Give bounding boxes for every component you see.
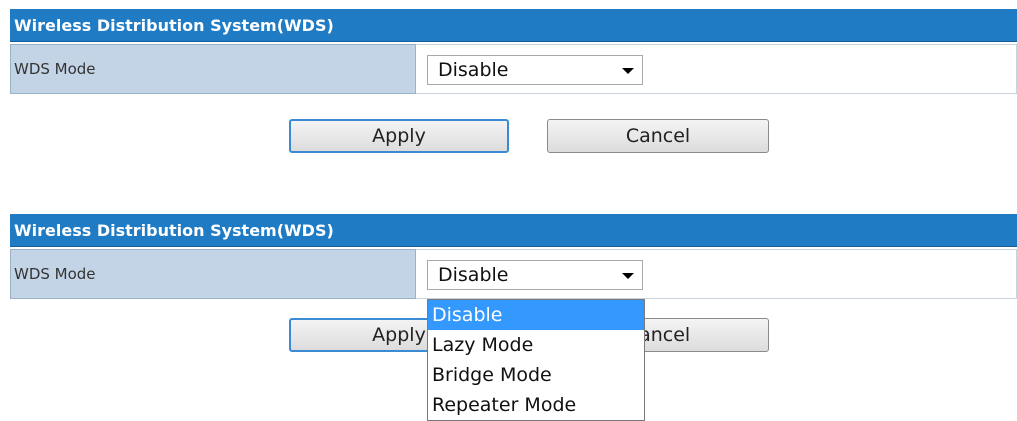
panel-title: Wireless Distribution System(WDS) (10, 214, 1017, 247)
cancel-button[interactable]: Cancel (547, 119, 769, 153)
wds-panel: Wireless Distribution System(WDS) WDS Mo… (10, 9, 1017, 153)
option-lazy-mode[interactable]: Lazy Mode (428, 330, 644, 360)
wds-mode-cell: Disable (416, 44, 1017, 94)
wds-mode-select[interactable]: Disable (427, 55, 643, 85)
option-disable[interactable]: Disable (428, 300, 644, 330)
panel-title: Wireless Distribution System(WDS) (10, 9, 1017, 42)
chevron-down-icon (622, 273, 634, 279)
wds-mode-row: WDS Mode Disable (10, 249, 1017, 299)
option-bridge-mode[interactable]: Bridge Mode (428, 360, 644, 390)
wds-mode-label: WDS Mode (10, 44, 416, 94)
wds-mode-dropdown-list: Disable Lazy Mode Bridge Mode Repeater M… (427, 299, 645, 421)
wds-mode-row: WDS Mode Disable (10, 44, 1017, 94)
wds-mode-select-value: Disable (438, 59, 509, 81)
wds-mode-label: WDS Mode (10, 249, 416, 299)
option-repeater-mode[interactable]: Repeater Mode (428, 390, 644, 420)
chevron-down-icon (622, 68, 634, 74)
wds-mode-cell: Disable (416, 249, 1017, 299)
wds-mode-select[interactable]: Disable (427, 260, 643, 290)
apply-button[interactable]: Apply (289, 119, 509, 153)
wds-mode-select-value: Disable (438, 264, 509, 286)
wds-panel-expanded: Wireless Distribution System(WDS) WDS Mo… (10, 214, 1017, 352)
